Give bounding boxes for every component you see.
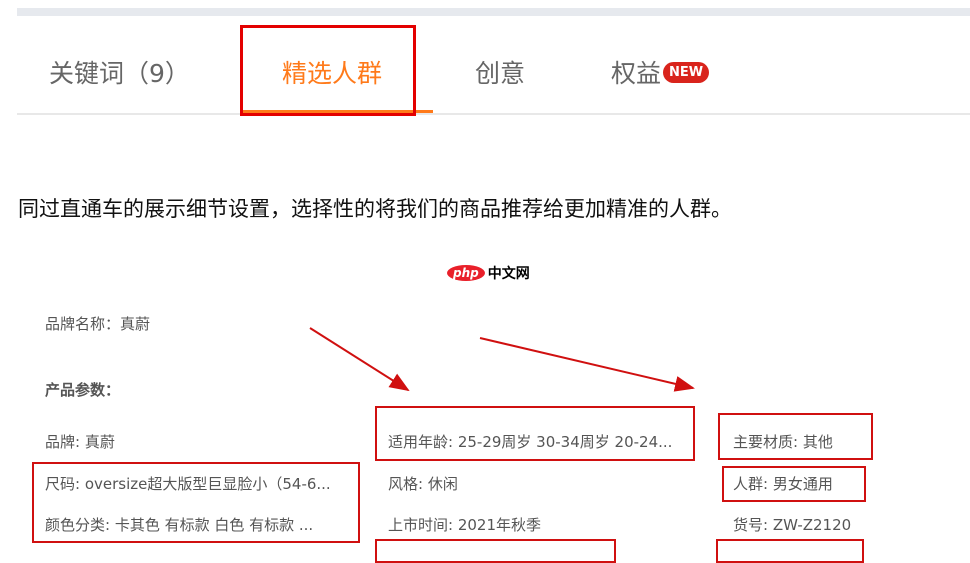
annotation-arrows [309,327,695,392]
arrow-icon [479,337,695,392]
arrow-icon [309,327,410,392]
